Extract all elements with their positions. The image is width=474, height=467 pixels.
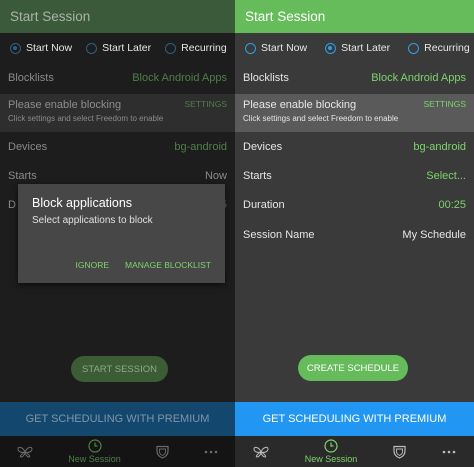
starts-row[interactable]: Starts Select... bbox=[235, 161, 474, 190]
nav-item-more[interactable] bbox=[442, 450, 456, 454]
create-schedule-button[interactable]: CREATE SCHEDULE bbox=[298, 355, 408, 381]
settings-link[interactable]: SETTINGS bbox=[184, 99, 227, 111]
nav-item-new-session[interactable]: New Session bbox=[304, 439, 358, 464]
radio-unselected-icon bbox=[165, 42, 177, 54]
nav-item-blocklists[interactable] bbox=[156, 445, 169, 459]
nav-item-home[interactable] bbox=[17, 446, 33, 458]
enable-blocking-notice[interactable]: Please enable blocking SETTINGS Click se… bbox=[235, 94, 474, 132]
radio-recurring[interactable]: Recurring bbox=[408, 42, 470, 54]
radio-unselected-icon bbox=[245, 42, 256, 54]
blocklists-row[interactable]: Blocklists Block Android Apps bbox=[235, 63, 474, 92]
clock-icon bbox=[324, 439, 338, 453]
radio-start-later[interactable]: Start Later bbox=[325, 42, 390, 54]
header-title: Start Session bbox=[245, 9, 326, 24]
bottom-nav: New Session bbox=[0, 436, 235, 467]
dialog-message: Select applications to block bbox=[32, 215, 153, 226]
block-applications-dialog: Block applications Select applications t… bbox=[18, 184, 225, 283]
app-header: Start Session bbox=[0, 0, 235, 33]
left-screen: Start Session Start Now Start Later Recu… bbox=[0, 0, 235, 467]
session-type-radio-group: Start Now Start Later Recurring bbox=[235, 33, 474, 63]
row-value: My Schedule bbox=[402, 228, 466, 241]
radio-selected-icon bbox=[325, 42, 337, 54]
row-label: Blocklists bbox=[8, 71, 54, 84]
right-screen: Start Session Start Now Start Later Recu… bbox=[235, 0, 474, 467]
shield-icon bbox=[156, 445, 169, 459]
row-value: 00:25 bbox=[438, 198, 466, 211]
nav-item-new-session[interactable]: New Session bbox=[68, 439, 121, 464]
row-label: Starts bbox=[243, 169, 272, 182]
notice-title: Please enable blocking bbox=[8, 99, 122, 111]
nav-label: New Session bbox=[68, 454, 121, 464]
radio-label: Start Now bbox=[261, 42, 308, 54]
dialog-title: Block applications bbox=[32, 196, 133, 210]
radio-unselected-icon bbox=[408, 42, 420, 54]
manage-blocklist-button[interactable]: MANAGE BLOCKLIST bbox=[125, 260, 211, 270]
radio-recurring[interactable]: Recurring bbox=[165, 42, 227, 54]
butterfly-icon bbox=[253, 446, 269, 458]
start-session-button[interactable]: START SESSION bbox=[71, 356, 168, 382]
radio-label: Start Later bbox=[341, 42, 391, 54]
row-label: Devices bbox=[243, 140, 283, 153]
row-value: bg-android bbox=[174, 140, 227, 153]
row-label: Session Name bbox=[243, 228, 315, 241]
bottom-nav: New Session bbox=[235, 436, 474, 467]
row-value: Select... bbox=[426, 169, 466, 182]
radio-selected-icon bbox=[10, 42, 21, 54]
blocklists-row[interactable]: Blocklists Block Android Apps bbox=[0, 63, 235, 92]
row-label: Blocklists bbox=[243, 71, 289, 84]
clock-icon bbox=[87, 439, 102, 453]
radio-label: Recurring bbox=[424, 42, 470, 54]
premium-banner-button[interactable]: GET SCHEDULING WITH PREMIUM bbox=[235, 402, 474, 436]
radio-start-later[interactable]: Start Later bbox=[86, 42, 151, 54]
nav-item-home[interactable] bbox=[253, 446, 269, 458]
duration-row[interactable]: Duration 00:25 bbox=[235, 190, 474, 219]
row-value: bg-android bbox=[413, 140, 466, 153]
notice-subtitle: Click settings and select Freedom to ena… bbox=[8, 114, 164, 123]
nav-item-blocklists[interactable] bbox=[393, 445, 406, 459]
session-type-radio-group: Start Now Start Later Recurring bbox=[0, 33, 235, 63]
notice-title: Please enable blocking bbox=[243, 99, 357, 111]
devices-row[interactable]: Devices bg-android bbox=[235, 132, 474, 161]
row-label: Duration bbox=[243, 198, 285, 211]
radio-unselected-icon bbox=[86, 42, 98, 54]
more-icon bbox=[204, 450, 217, 453]
radio-start-now[interactable]: Start Now bbox=[245, 42, 307, 54]
app-header: Start Session bbox=[235, 0, 474, 33]
session-name-row[interactable]: Session Name My Schedule bbox=[235, 220, 474, 249]
more-icon bbox=[442, 450, 456, 453]
settings-link[interactable]: SETTINGS bbox=[423, 99, 466, 111]
row-value: Now bbox=[204, 169, 227, 182]
nav-item-more[interactable] bbox=[204, 450, 218, 454]
enable-blocking-notice[interactable]: Please enable blocking SETTINGS Click se… bbox=[0, 94, 235, 132]
header-title: Start Session bbox=[10, 9, 91, 24]
devices-row[interactable]: Devices bg-android bbox=[0, 132, 235, 161]
ignore-button[interactable]: IGNORE bbox=[76, 260, 110, 270]
radio-label: Start Now bbox=[26, 42, 73, 54]
radio-label: Recurring bbox=[181, 42, 227, 54]
row-label: D bbox=[8, 198, 16, 211]
row-label: Devices bbox=[8, 140, 48, 153]
premium-banner-button[interactable]: GET SCHEDULING WITH PREMIUM bbox=[0, 402, 235, 436]
radio-start-now[interactable]: Start Now bbox=[10, 42, 72, 54]
nav-label: New Session bbox=[304, 454, 358, 464]
radio-label: Start Later bbox=[102, 42, 152, 54]
shield-icon bbox=[393, 445, 406, 459]
butterfly-icon bbox=[17, 446, 33, 458]
row-value: Block Android Apps bbox=[371, 71, 466, 84]
row-label: Starts bbox=[8, 169, 37, 182]
notice-subtitle: Click settings and select Freedom to ena… bbox=[243, 114, 399, 123]
row-value: Block Android Apps bbox=[132, 71, 227, 84]
